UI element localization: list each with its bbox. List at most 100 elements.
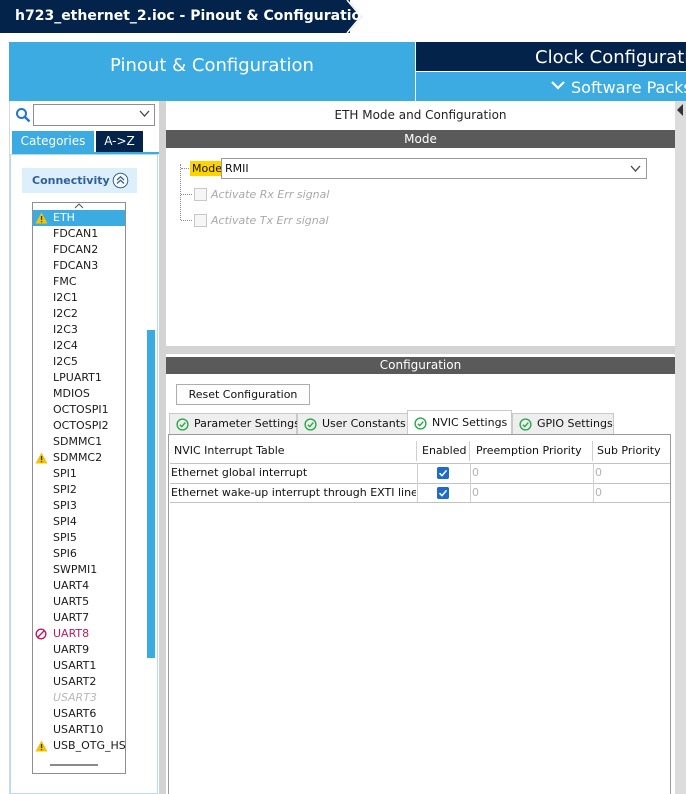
chevron-down-icon <box>630 165 641 172</box>
list-item-label: UART8 <box>53 627 90 640</box>
list-item-label: SDMMC1 <box>53 435 103 448</box>
list-item-label: SPI4 <box>53 515 77 528</box>
tab-user-constants[interactable]: User Constants <box>297 413 408 435</box>
list-item[interactable]: SPI1 <box>33 466 125 482</box>
tab-nvic-settings[interactable]: NVIC Settings <box>407 410 512 435</box>
list-item[interactable]: OCTOSPI2 <box>33 418 125 434</box>
list-resize-grip[interactable] <box>50 764 98 766</box>
list-item[interactable]: USART1 <box>33 658 125 674</box>
list-item[interactable]: SDMMC2 <box>33 450 125 466</box>
list-item-label: FDCAN1 <box>53 227 99 240</box>
list-item-label: UART5 <box>53 595 90 608</box>
list-item[interactable]: FDCAN2 <box>33 242 125 258</box>
col-header-interrupt[interactable]: NVIC Interrupt Table <box>170 441 417 461</box>
col-header-sub-priority[interactable]: Sub Priority <box>593 441 670 461</box>
panel-splitter[interactable] <box>159 101 166 794</box>
tree-line <box>181 220 192 221</box>
list-item[interactable]: I2C5 <box>33 354 125 370</box>
tab-clock-label: Clock Configuration <box>535 47 686 68</box>
list-item[interactable]: OCTOSPI1 <box>33 402 125 418</box>
tab-gpio-settings[interactable]: GPIO Settings <box>512 413 614 435</box>
enabled-checkbox[interactable] <box>437 487 449 499</box>
mode-label: Mode <box>190 161 224 176</box>
list-item-label: MDIOS <box>53 387 90 400</box>
list-item-label: UART7 <box>53 611 90 624</box>
list-item[interactable]: UART5 <box>33 594 125 610</box>
list-item[interactable]: SPI6 <box>33 546 125 562</box>
categories-scrollbar[interactable] <box>147 330 155 658</box>
mode-select[interactable]: RMII <box>221 158 647 179</box>
list-item[interactable]: USART6 <box>33 706 125 722</box>
list-item-label: USB_OTG_HS <box>53 739 126 752</box>
list-item[interactable]: SPI5 <box>33 530 125 546</box>
tab-software-packs-label: Software Packs <box>571 78 686 97</box>
interrupt-name: Ethernet global interrupt <box>171 466 308 479</box>
list-item[interactable]: UART9 <box>33 642 125 658</box>
checkbox-box[interactable] <box>194 188 207 201</box>
col-header-enabled[interactable]: Enabled <box>417 441 470 461</box>
scroll-up-icon[interactable] <box>74 203 84 209</box>
preemption-priority-value[interactable]: 0 <box>472 483 592 503</box>
tab-pinout-configuration[interactable]: Pinout & Configuration <box>9 42 415 101</box>
section-splitter[interactable] <box>166 346 675 354</box>
list-item-label: I2C3 <box>53 323 78 336</box>
list-item-label: USART6 <box>53 707 97 720</box>
list-item[interactable]: SPI2 <box>33 482 125 498</box>
checkbox-box[interactable] <box>194 214 207 227</box>
list-item[interactable]: SDMMC1 <box>33 434 125 450</box>
tab-label: Parameter Settings <box>194 417 300 430</box>
sub-priority-value[interactable]: 0 <box>595 483 669 503</box>
list-item[interactable]: UART7 <box>33 610 125 626</box>
tab-a-z[interactable]: A->Z <box>96 131 143 152</box>
reset-configuration-button[interactable]: Reset Configuration <box>176 384 310 405</box>
list-item[interactable]: I2C1 <box>33 290 125 306</box>
peripheral-list[interactable]: ETH FDCAN1 FDCAN2 FDCAN3 FMC I2C1 I2C2 I2C3 I2C4… <box>32 202 126 774</box>
list-item[interactable]: I2C4 <box>33 338 125 354</box>
list-item[interactable]: ETH <box>33 210 125 226</box>
list-item[interactable]: FMC <box>33 274 125 290</box>
list-item[interactable]: USART10 <box>33 722 125 738</box>
list-item[interactable]: USB_OTG_HS <box>33 738 125 754</box>
preemption-priority-value[interactable]: 0 <box>472 463 592 483</box>
scroll-left-icon[interactable] <box>677 104 684 116</box>
list-item[interactable]: USART3 <box>33 690 125 706</box>
tab-software-packs[interactable]: Software Packs <box>416 72 686 101</box>
tab-categories[interactable]: Categories <box>12 131 94 152</box>
list-item-label: I2C5 <box>53 355 78 368</box>
list-item[interactable]: SPI4 <box>33 514 125 530</box>
chevron-down-icon <box>551 81 565 90</box>
list-item-label: SDMMC2 <box>53 451 103 464</box>
connectivity-section-header[interactable]: Connectivity <box>22 168 137 193</box>
list-item[interactable]: I2C2 <box>33 306 125 322</box>
list-item[interactable]: SWPMI1 <box>33 562 125 578</box>
tab-label: NVIC Settings <box>432 416 508 429</box>
list-item[interactable]: UART8 <box>33 626 125 642</box>
list-item-label: SPI1 <box>53 467 77 480</box>
list-item-label: SPI2 <box>53 483 77 496</box>
list-item[interactable]: LPUART1 <box>33 370 125 386</box>
search-icon[interactable] <box>15 107 31 123</box>
tab-parameter-settings[interactable]: Parameter Settings <box>169 413 300 435</box>
list-item-label: FDCAN2 <box>53 243 99 256</box>
tree-line <box>181 194 192 195</box>
list-item[interactable]: FDCAN1 <box>33 226 125 242</box>
right-scrollbar[interactable] <box>675 101 686 794</box>
list-item-label: SPI3 <box>53 499 77 512</box>
list-item[interactable]: USART2 <box>33 674 125 690</box>
list-item[interactable]: I2C3 <box>33 322 125 338</box>
col-header-preemption[interactable]: Preemption Priority <box>470 441 593 461</box>
search-combobox[interactable] <box>33 104 155 126</box>
window-title: h723_ethernet_2.ioc - Pinout & Configura… <box>15 8 372 24</box>
list-item-label: USART2 <box>53 675 97 688</box>
tab-clock-configuration[interactable]: Clock Configuration <box>416 42 686 71</box>
list-item[interactable]: MDIOS <box>33 386 125 402</box>
list-item[interactable]: SPI3 <box>33 498 125 514</box>
enabled-checkbox[interactable] <box>437 467 449 479</box>
list-item[interactable]: UART4 <box>33 578 125 594</box>
list-item[interactable]: FDCAN3 <box>33 258 125 274</box>
tree-line <box>181 168 189 169</box>
collapse-icon[interactable] <box>112 172 129 189</box>
sub-priority-value[interactable]: 0 <box>595 463 669 483</box>
blocked-icon <box>35 628 47 640</box>
checkbox-label: Activate Rx Err signal <box>211 188 330 201</box>
